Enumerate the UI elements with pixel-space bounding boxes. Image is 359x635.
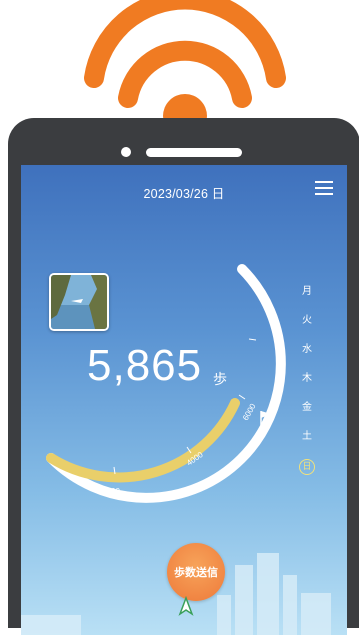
cursor-arrow-icon	[178, 596, 194, 616]
app-screen: 2023/03/26 日 2000 4000 6000 5,865 歩 月 火 …	[21, 165, 347, 635]
speaker-grill	[146, 148, 242, 157]
weekday-list: 月 火 水 木 金 土 日	[297, 285, 317, 488]
weekday-mon[interactable]: 月	[297, 285, 317, 314]
gauge-label-6000: 6000	[241, 402, 258, 422]
weekday-tue[interactable]: 火	[297, 314, 317, 343]
phone-frame: 2023/03/26 日 2000 4000 6000 5,865 歩 月 火 …	[8, 118, 359, 635]
step-count: 5,865	[87, 341, 203, 390]
profile-photo[interactable]	[49, 273, 109, 331]
weekday-sat[interactable]: 土	[297, 430, 317, 459]
gauge-tick-6000	[238, 394, 246, 400]
weekday-sun-label: 日	[299, 459, 315, 475]
weekday-fri[interactable]: 金	[297, 401, 317, 430]
weekday-sun-today[interactable]: 日	[297, 459, 317, 488]
weekday-wed[interactable]: 水	[297, 343, 317, 372]
step-unit: 歩	[213, 372, 227, 388]
gauge-tick-mid	[248, 338, 257, 341]
weekday-thu[interactable]: 木	[297, 372, 317, 401]
front-camera	[121, 147, 131, 157]
send-steps-button[interactable]: 歩数送信	[167, 543, 225, 601]
gauge-label-2000: 2000	[102, 487, 120, 496]
gauge-progress	[46, 398, 240, 483]
